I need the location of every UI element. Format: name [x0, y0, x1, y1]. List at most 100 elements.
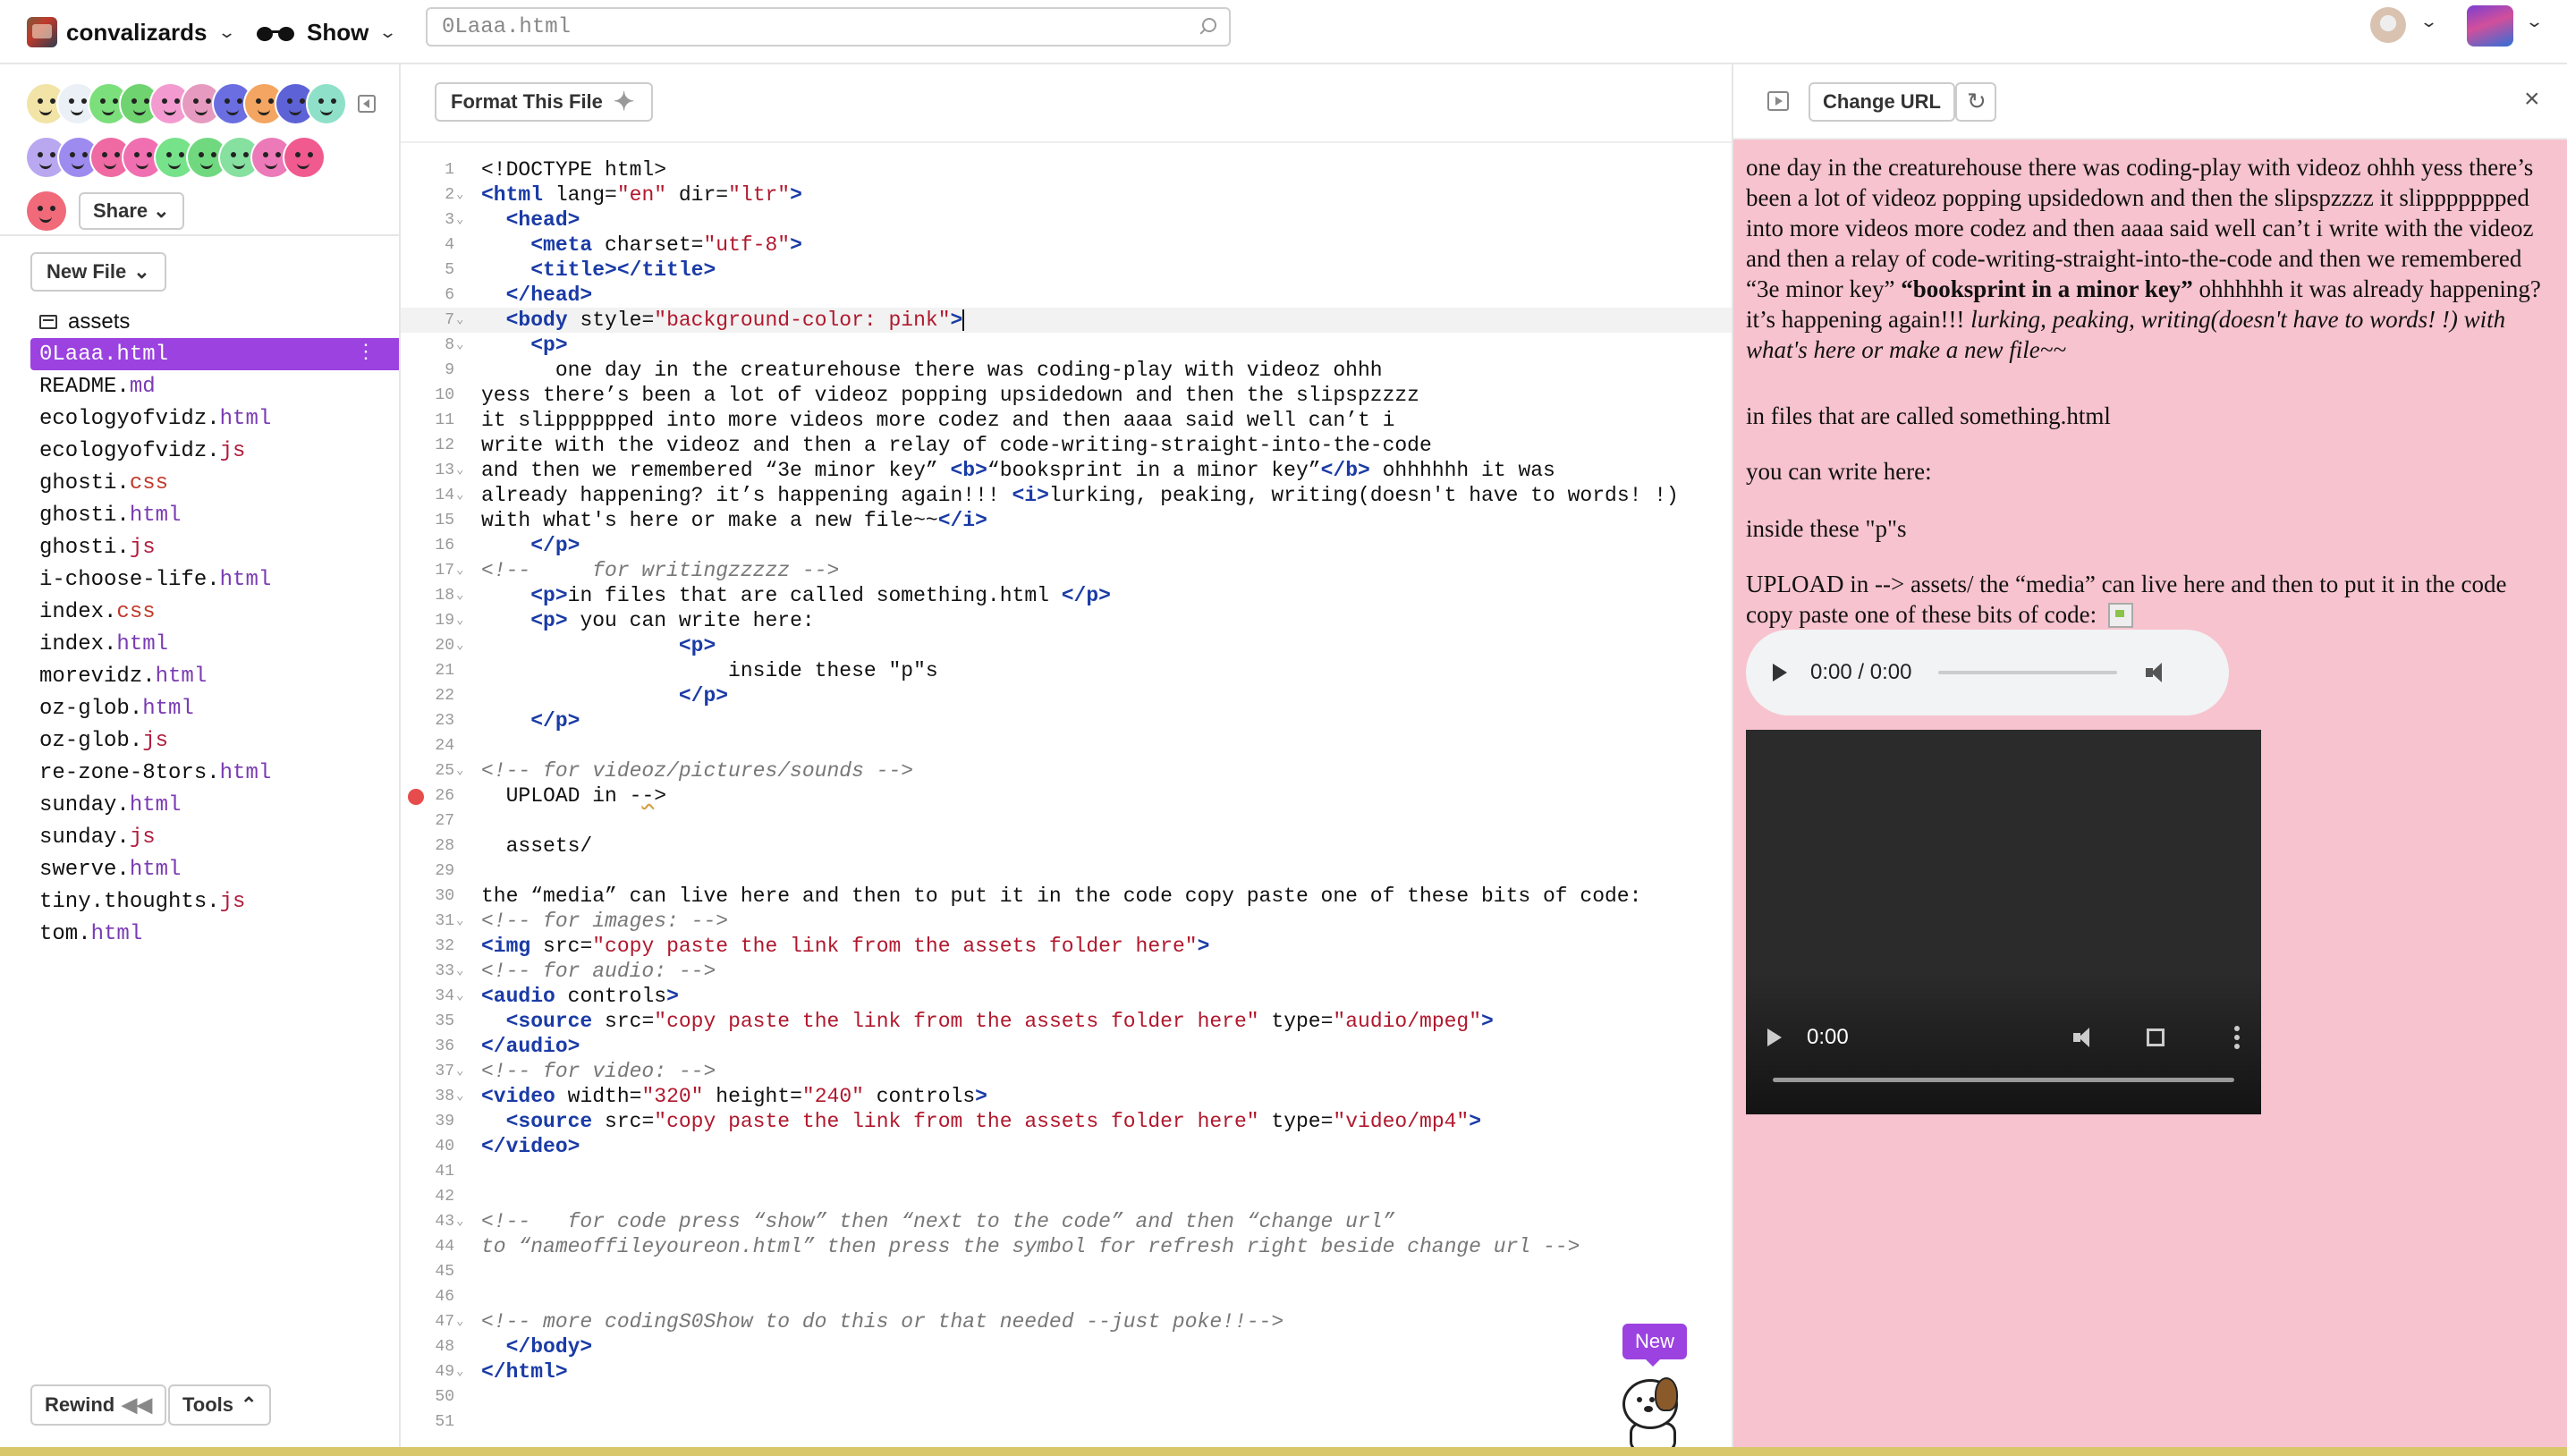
play-icon[interactable]: [1767, 1029, 1782, 1046]
code-line[interactable]: 47 ⌄ <!-- more codingS0Show to do this or …: [401, 1309, 1732, 1334]
code-line[interactable]: 45: [401, 1259, 1732, 1284]
fold-chevron-icon[interactable]: ⌄: [456, 758, 463, 783]
file-item[interactable]: ghosti. css: [30, 467, 399, 499]
dog-mascot-icon[interactable]: [1612, 1372, 1692, 1452]
team-avatar[interactable]: [2467, 5, 2513, 47]
code-line[interactable]: 3 ⌄ <head>: [401, 207, 1732, 233]
file-item[interactable]: sunday. js: [30, 821, 399, 853]
tools-button[interactable]: Tools ⌃: [168, 1384, 272, 1426]
code-line[interactable]: 5 <title></title>: [401, 258, 1732, 283]
code-line[interactable]: 33 ⌄ <!-- for audio: -->: [401, 959, 1732, 984]
collaborator-avatar[interactable]: [284, 138, 324, 177]
code-line[interactable]: 13 ⌄ and then we remembered “3e minor key”…: [401, 458, 1732, 483]
new-badge[interactable]: New: [1622, 1324, 1688, 1367]
search-input[interactable]: [440, 13, 1199, 40]
rewind-button[interactable]: Rewind ◀◀: [30, 1384, 167, 1426]
fold-chevron-icon[interactable]: ⌄: [456, 483, 463, 508]
code-line[interactable]: 37 ⌄ <!-- for video: -->: [401, 1059, 1732, 1084]
file-options-icon[interactable]: ⋮: [356, 343, 376, 363]
code-line[interactable]: 12 write with the videoz and then a relay…: [401, 433, 1732, 458]
code-line[interactable]: 51: [401, 1409, 1732, 1435]
code-line[interactable]: 46: [401, 1284, 1732, 1309]
code-line[interactable]: 21 inside these "p"s: [401, 658, 1732, 683]
file-item[interactable]: oz-glob. html: [30, 692, 399, 724]
code-line[interactable]: 35 <source src="copy paste the link from…: [401, 1009, 1732, 1034]
code-line[interactable]: 17 ⌄ <!-- for writingzzzzz -->: [401, 558, 1732, 583]
fold-chevron-icon[interactable]: ⌄: [456, 1059, 463, 1084]
file-item[interactable]: ghosti. js: [30, 531, 399, 563]
code-line[interactable]: 44 to “nameoffileyoureon.html” then press…: [401, 1234, 1732, 1259]
file-item[interactable]: tiny.thoughts. js: [30, 885, 399, 918]
code-area[interactable]: 1 <!DOCTYPE html> 2 ⌄ <html lang="en" dir="l…: [401, 157, 1732, 1435]
code-line[interactable]: 20 ⌄ <p>: [401, 633, 1732, 658]
format-file-button[interactable]: Format This File: [435, 82, 653, 122]
audio-player[interactable]: 0:00 / 0:00: [1746, 630, 2229, 715]
fold-chevron-icon[interactable]: ⌄: [456, 207, 463, 233]
fold-chevron-icon[interactable]: ⌄: [456, 1359, 463, 1384]
fold-chevron-icon[interactable]: ⌄: [456, 984, 463, 1009]
fold-chevron-icon[interactable]: ⌄: [456, 1309, 463, 1334]
code-line[interactable]: 49 ⌄ </html>: [401, 1359, 1732, 1384]
fold-chevron-icon[interactable]: ⌄: [456, 959, 463, 984]
search-box[interactable]: [426, 7, 1231, 47]
new-file-button[interactable]: New File ⌄: [30, 252, 166, 292]
close-icon[interactable]: ×: [2524, 86, 2540, 113]
chevron-down-icon[interactable]: ⌄: [2419, 13, 2438, 31]
fold-chevron-icon[interactable]: ⌄: [456, 1209, 463, 1234]
code-line[interactable]: 42: [401, 1184, 1732, 1209]
fold-chevron-icon[interactable]: ⌄: [456, 458, 463, 483]
collaborator-avatar[interactable]: [307, 84, 346, 123]
file-item[interactable]: i-choose-life. html: [30, 563, 399, 596]
code-line[interactable]: 31 ⌄ <!-- for images: -->: [401, 909, 1732, 934]
code-line[interactable]: 23 </p>: [401, 708, 1732, 733]
code-line[interactable]: 22 </p>: [401, 683, 1732, 708]
code-line[interactable]: 24: [401, 733, 1732, 758]
fold-chevron-icon[interactable]: ⌄: [456, 182, 463, 207]
code-line[interactable]: 32 <img src="copy paste the link from the…: [401, 934, 1732, 959]
code-line[interactable]: 7 ⌄ <body style="background-color: pink">: [401, 308, 1732, 333]
file-item[interactable]: tom. html: [30, 918, 399, 950]
volume-icon[interactable]: [2144, 661, 2167, 684]
share-button[interactable]: Share ⌄: [79, 192, 184, 230]
fold-chevron-icon[interactable]: ⌄: [456, 633, 463, 658]
search-icon[interactable]: [1199, 18, 1216, 36]
code-line[interactable]: 8 ⌄ <p>: [401, 333, 1732, 358]
code-line[interactable]: 6 </head>: [401, 283, 1732, 308]
code-line[interactable]: 30 the “media” can live here and then to …: [401, 884, 1732, 909]
file-item[interactable]: ecologyofvidz. js: [30, 435, 399, 467]
fold-chevron-icon[interactable]: ⌄: [456, 333, 463, 358]
code-line[interactable]: 16 </p>: [401, 533, 1732, 558]
file-item[interactable]: swerve. html: [30, 853, 399, 885]
fold-chevron-icon[interactable]: ⌄: [456, 909, 463, 934]
code-line[interactable]: 29: [401, 859, 1732, 884]
code-line[interactable]: 28 assets/: [401, 834, 1732, 859]
code-line[interactable]: 4 <meta charset="utf-8">: [401, 233, 1732, 258]
code-line[interactable]: 48 </body>: [401, 1334, 1732, 1359]
fold-chevron-icon[interactable]: ⌄: [456, 1084, 463, 1109]
code-line[interactable]: 40 </video>: [401, 1134, 1732, 1159]
code-line[interactable]: 19 ⌄ <p> you can write here:: [401, 608, 1732, 633]
file-item[interactable]: morevidz. html: [30, 660, 399, 692]
code-line[interactable]: 11 it slipppppped into more videos more c…: [401, 408, 1732, 433]
change-url-button[interactable]: Change URL: [1809, 82, 1955, 122]
code-line[interactable]: 15 with what's here or make a new file~~<…: [401, 508, 1732, 533]
play-icon[interactable]: [1767, 91, 1789, 111]
code-line[interactable]: 27: [401, 808, 1732, 834]
code-line[interactable]: 43 ⌄ <!-- for code press “show” then “next…: [401, 1209, 1732, 1234]
code-line[interactable]: 26 UPLOAD in -->: [401, 783, 1732, 808]
chevron-down-icon[interactable]: ⌄: [2525, 13, 2544, 31]
file-item[interactable]: ecologyofvidz. html: [30, 402, 399, 435]
code-line[interactable]: 2 ⌄ <html lang="en" dir="ltr">: [401, 182, 1732, 207]
code-line[interactable]: 18 ⌄ <p>in files that are called somethin…: [401, 583, 1732, 608]
collaborator-avatar[interactable]: [27, 191, 66, 231]
code-line[interactable]: 41: [401, 1159, 1732, 1184]
file-item[interactable]: re-zone-8tors. html: [30, 757, 399, 789]
more-options-icon[interactable]: [2234, 1026, 2240, 1049]
fold-chevron-icon[interactable]: ⌄: [456, 608, 463, 633]
code-line[interactable]: 25 ⌄ <!-- for videoz/pictures/sounds -->: [401, 758, 1732, 783]
file-item[interactable]: sunday. html: [30, 789, 399, 821]
fold-chevron-icon[interactable]: ⌄: [456, 308, 463, 333]
code-line[interactable]: 9 one day in the creaturehouse there was…: [401, 358, 1732, 383]
file-item[interactable]: oz-glob. js: [30, 724, 399, 757]
code-line[interactable]: 1 <!DOCTYPE html>: [401, 157, 1732, 182]
